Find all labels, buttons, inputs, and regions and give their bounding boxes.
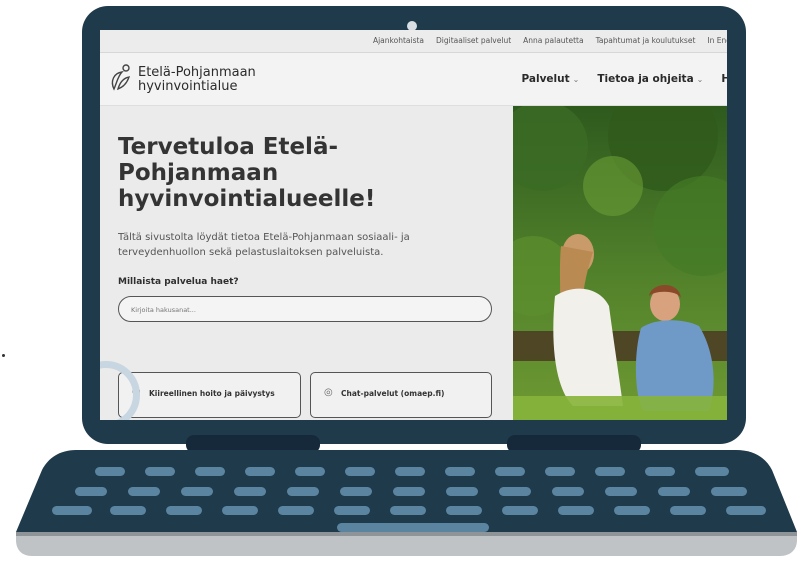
key xyxy=(395,467,425,476)
key xyxy=(234,487,266,496)
hero-section: Tervetuloa Etelä-Pohjanmaan hyvinvointia… xyxy=(100,106,513,420)
key xyxy=(726,506,766,515)
nav-item-services-label: Palvelut xyxy=(521,73,570,85)
key xyxy=(670,506,706,515)
main-nav: Palvelut⌄ Tietoa ja ohjeita⌄ Hy xyxy=(521,73,727,85)
browser-screen: Ajankohtaista Digitaaliset palvelut Anna… xyxy=(100,30,727,420)
key xyxy=(110,506,146,515)
key xyxy=(446,487,478,496)
site-header: Etelä-Pohjanmaan hyvinvointialue Palvelu… xyxy=(100,53,727,106)
key xyxy=(195,467,225,476)
chevron-down-icon: ⌄ xyxy=(696,75,704,84)
card-chat-services-label: Chat-palvelut (omaep.fi) xyxy=(341,389,445,398)
card-urgent-care-label: Kiireellinen hoito ja päivystys xyxy=(149,389,275,398)
key xyxy=(658,487,690,496)
key xyxy=(614,506,650,515)
decorative-dot xyxy=(2,354,5,357)
key xyxy=(145,467,175,476)
nav-item-info[interactable]: Tietoa ja ohjeita ⌄ xyxy=(597,73,703,85)
key xyxy=(446,506,482,515)
hero-subtitle: Tältä sivustolta löydät tietoa Etelä-Poh… xyxy=(118,232,410,258)
utility-links: Ajankohtaista Digitaaliset palvelut Anna… xyxy=(373,36,727,45)
key xyxy=(287,487,319,496)
logo-icon[interactable] xyxy=(108,63,134,95)
nav-item-info-label: Tietoa ja ohjeita xyxy=(597,73,694,85)
key xyxy=(393,487,425,496)
search-field[interactable] xyxy=(118,296,492,322)
key xyxy=(181,487,213,496)
key xyxy=(495,467,525,476)
utility-link-feedback[interactable]: Anna palautetta xyxy=(523,36,583,45)
key xyxy=(499,487,531,496)
utility-link-digital-services[interactable]: Digitaaliset palvelut xyxy=(436,36,511,45)
key xyxy=(645,467,675,476)
laptop-keyboard-base xyxy=(14,450,799,556)
key xyxy=(245,467,275,476)
key xyxy=(222,506,258,515)
key xyxy=(605,487,637,496)
page-title: Tervetuloa Etelä-Pohjanmaan hyvinvointia… xyxy=(118,134,376,212)
logo-text[interactable]: Etelä-Pohjanmaan hyvinvointialue xyxy=(138,66,256,94)
utility-bar: Ajankohtaista Digitaaliset palvelut Anna… xyxy=(100,30,727,53)
chat-icon: ◎ xyxy=(324,387,333,398)
utility-link-news[interactable]: Ajankohtaista xyxy=(373,36,424,45)
key xyxy=(695,467,729,476)
key xyxy=(552,487,584,496)
key xyxy=(545,467,575,476)
key xyxy=(595,467,625,476)
spacebar-key xyxy=(337,523,489,532)
search-label: Millaista palvelua haet? xyxy=(118,277,239,287)
key xyxy=(390,506,426,515)
card-chat-services[interactable]: ◎ Chat-palvelut (omaep.fi) xyxy=(310,372,492,418)
logo-line-2: hyvinvointialue xyxy=(138,79,238,94)
logo-line-1: Etelä-Pohjanmaan xyxy=(138,65,256,80)
key xyxy=(445,467,475,476)
key xyxy=(502,506,538,515)
key xyxy=(75,487,107,496)
key xyxy=(334,506,370,515)
utility-link-events[interactable]: Tapahtumat ja koulutukset xyxy=(596,36,696,45)
key xyxy=(340,487,372,496)
key xyxy=(558,506,594,515)
search-input[interactable] xyxy=(129,302,483,318)
key xyxy=(711,487,747,496)
nav-item-truncated[interactable]: Hy xyxy=(721,73,727,85)
key xyxy=(295,467,325,476)
key xyxy=(278,506,314,515)
key xyxy=(52,506,92,515)
chevron-down-icon: ⌄ xyxy=(572,75,580,84)
nav-item-services[interactable]: Palvelut ⌄ xyxy=(521,73,579,85)
key xyxy=(345,467,375,476)
key xyxy=(128,487,160,496)
key xyxy=(166,506,202,515)
hero-photo xyxy=(513,106,727,420)
key xyxy=(95,467,125,476)
utility-link-english[interactable]: In Eng xyxy=(707,36,727,45)
decorative-arc xyxy=(100,361,140,420)
card-urgent-care[interactable]: ✆ Kiireellinen hoito ja päivystys xyxy=(118,372,301,418)
